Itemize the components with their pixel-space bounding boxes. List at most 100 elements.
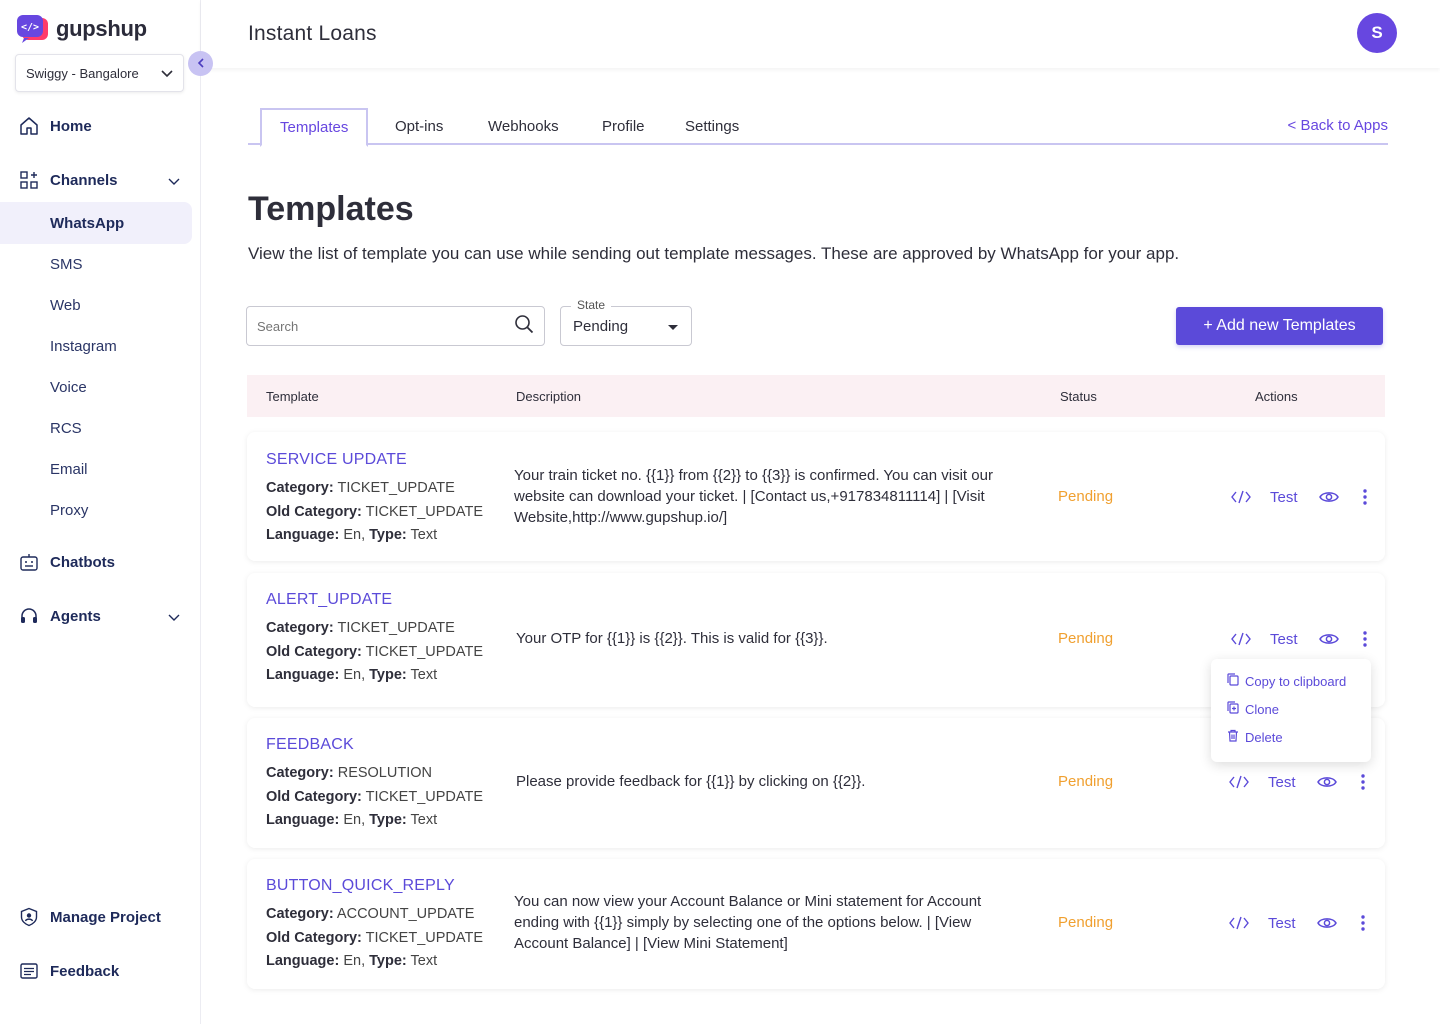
channels-grid-icon	[18, 169, 40, 191]
sidebar-item-sms[interactable]: SMS	[0, 243, 192, 285]
sidebar-item-web[interactable]: Web	[0, 284, 192, 326]
project-selector-value: Swiggy - Bangalore	[26, 65, 139, 81]
template-meta: Category: TICKET_UPDATE Old Category: TI…	[266, 620, 484, 683]
chatbot-icon	[18, 551, 40, 573]
template-name[interactable]: BUTTON_QUICK_REPLY	[266, 877, 455, 895]
state-select-label: State	[571, 298, 612, 312]
search-box	[246, 306, 545, 346]
chevron-down-icon	[161, 66, 173, 81]
code-icon[interactable]	[1228, 771, 1250, 793]
eye-icon[interactable]	[1316, 771, 1338, 793]
column-header-status: Status	[1060, 389, 1097, 404]
gupshup-logo-icon: </>	[16, 14, 50, 44]
status-badge: Pending	[1058, 914, 1114, 931]
row-actions: Test	[1228, 912, 1368, 934]
sidebar-item-email[interactable]: Email	[0, 448, 192, 490]
eye-icon[interactable]	[1318, 628, 1340, 650]
brand-name: gupshup	[56, 16, 147, 41]
top-header: Instant Loans S	[201, 0, 1440, 68]
page-description: View the list of template you can use wh…	[248, 244, 1180, 263]
table-row: BUTTON_QUICK_REPLY Category: ACCOUNT_UPD…	[247, 859, 1385, 989]
sidebar-item-proxy[interactable]: Proxy	[0, 489, 192, 531]
template-description: You can now view your Account Balance or…	[514, 893, 982, 952]
collapse-sidebar-button[interactable]	[188, 51, 213, 76]
more-options-icon[interactable]	[1360, 486, 1370, 508]
sidebar-item-chatbots[interactable]: Chatbots	[0, 541, 192, 583]
menu-item-clone[interactable]: Clone	[1227, 701, 1279, 717]
sidebar-item-label: Manage Project	[50, 908, 161, 926]
sidebar-item-voice[interactable]: Voice	[0, 366, 192, 408]
sidebar-item-instagram[interactable]: Instagram	[0, 325, 192, 367]
template-description: Your OTP for {{1}} is {{2}}. This is val…	[516, 630, 828, 647]
clone-icon	[1227, 701, 1239, 717]
code-icon[interactable]	[1230, 486, 1252, 508]
status-badge: Pending	[1058, 773, 1114, 790]
svg-text:</>: </>	[21, 22, 39, 33]
tab-profile[interactable]: Profile	[602, 108, 645, 145]
code-icon[interactable]	[1230, 628, 1252, 650]
sidebar-item-label: Chatbots	[50, 553, 115, 571]
tab-templates[interactable]: Templates	[260, 108, 369, 147]
template-description: Your train ticket no. {{1}} from {{2}} t…	[514, 467, 993, 526]
test-button[interactable]: Test	[1270, 631, 1298, 648]
eye-icon[interactable]	[1316, 912, 1338, 934]
test-button[interactable]: Test	[1268, 915, 1296, 932]
menu-item-label: Copy to clipboard	[1245, 673, 1347, 689]
column-header-description: Description	[516, 389, 582, 404]
menu-item-copy-to-clipboard[interactable]: Copy to clipboard	[1227, 673, 1346, 689]
code-icon[interactable]	[1228, 912, 1250, 934]
sidebar-item-rcs[interactable]: RCS	[0, 407, 192, 449]
tab-settings[interactable]: Settings	[685, 108, 739, 145]
table-row: SERVICE UPDATE Category: TICKET_UPDATE O…	[247, 432, 1385, 561]
headset-icon	[18, 605, 40, 627]
chevron-down-icon	[168, 173, 180, 190]
sidebar-item-whatsapp[interactable]: WhatsApp	[0, 202, 192, 244]
test-button[interactable]: Test	[1268, 774, 1296, 791]
search-icon[interactable]	[514, 314, 534, 339]
template-meta: Category: TICKET_UPDATE Old Category: TI…	[266, 480, 484, 543]
sidebar-item-label: Home	[50, 117, 92, 135]
more-options-icon[interactable]	[1358, 912, 1368, 934]
template-name[interactable]: SERVICE UPDATE	[266, 451, 407, 469]
table-header: Template Description Status Actions	[247, 375, 1385, 417]
sidebar-item-label: Agents	[50, 607, 101, 625]
menu-item-delete[interactable]: Delete	[1227, 729, 1283, 745]
copy-icon	[1227, 673, 1239, 689]
menu-item-label: Delete	[1245, 729, 1283, 745]
tab-opt-ins[interactable]: Opt-ins	[395, 108, 443, 145]
state-select-value: Pending	[573, 317, 629, 335]
tab-webhooks[interactable]: Webhooks	[488, 108, 559, 145]
row-actions: Test	[1228, 771, 1368, 793]
app-tabs: Templates Opt-ins Webhooks Profile Setti…	[248, 108, 1388, 147]
state-select[interactable]: State Pending	[560, 298, 692, 346]
sidebar-item-channels[interactable]: Channels	[0, 159, 192, 201]
trash-icon	[1227, 729, 1239, 745]
template-description: Please provide feedback for {{1}} by cli…	[516, 773, 866, 790]
back-to-apps-link[interactable]: < Back to Apps	[1288, 117, 1388, 134]
project-selector[interactable]: Swiggy - Bangalore	[15, 54, 184, 92]
template-meta: Category: ACCOUNT_UPDATE Old Category: T…	[266, 906, 484, 969]
template-name[interactable]: ALERT_UPDATE	[266, 591, 392, 609]
chevron-down-icon	[168, 609, 180, 626]
menu-item-label: Clone	[1245, 701, 1279, 717]
sidebar-item-agents[interactable]: Agents	[0, 595, 192, 637]
row-options-menu: Copy to clipboard Clone Delete	[1211, 659, 1371, 762]
template-name[interactable]: FEEDBACK	[266, 736, 354, 754]
eye-icon[interactable]	[1318, 486, 1340, 508]
more-options-icon[interactable]	[1360, 628, 1370, 650]
search-input[interactable]	[257, 318, 487, 334]
more-options-icon[interactable]	[1358, 771, 1368, 793]
sidebar-item-feedback[interactable]: Feedback	[0, 950, 192, 992]
user-avatar[interactable]: S	[1357, 13, 1397, 53]
test-button[interactable]: Test	[1270, 489, 1298, 506]
sidebar-item-manage-project[interactable]: Manage Project	[0, 896, 192, 938]
sidebar-item-home[interactable]: Home	[0, 105, 192, 147]
row-actions: Test	[1230, 628, 1370, 650]
brand-logo[interactable]: </> gupshup	[16, 14, 147, 44]
home-icon	[18, 115, 40, 137]
add-new-template-button[interactable]: + Add new Templates	[1176, 307, 1383, 345]
column-header-actions: Actions	[1255, 389, 1298, 404]
shield-user-icon	[18, 906, 40, 928]
sidebar-item-label: Feedback	[50, 962, 120, 980]
page-title: Templates	[248, 190, 414, 228]
